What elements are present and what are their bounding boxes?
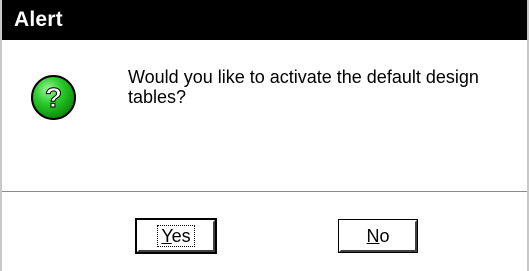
yes-button[interactable]: Yes: [135, 218, 217, 254]
yes-button-label: Yes: [157, 225, 195, 247]
alert-dialog: Alert ? Would you like to activate the d…: [0, 0, 529, 271]
no-label-rest: o: [379, 226, 390, 246]
no-button[interactable]: No: [338, 219, 418, 253]
question-icon: ?: [30, 74, 77, 121]
dialog-message: Would you like to activate the default d…: [128, 67, 479, 107]
dialog-title: Alert: [14, 8, 63, 31]
yes-label-rest: es: [171, 226, 191, 246]
no-mnemonic: N: [366, 226, 380, 246]
yes-mnemonic: Y: [161, 226, 172, 246]
svg-text:?: ?: [45, 82, 62, 113]
title-bar[interactable]: Alert: [2, 0, 527, 40]
no-button-label: No: [363, 226, 392, 246]
separator: [2, 191, 527, 193]
